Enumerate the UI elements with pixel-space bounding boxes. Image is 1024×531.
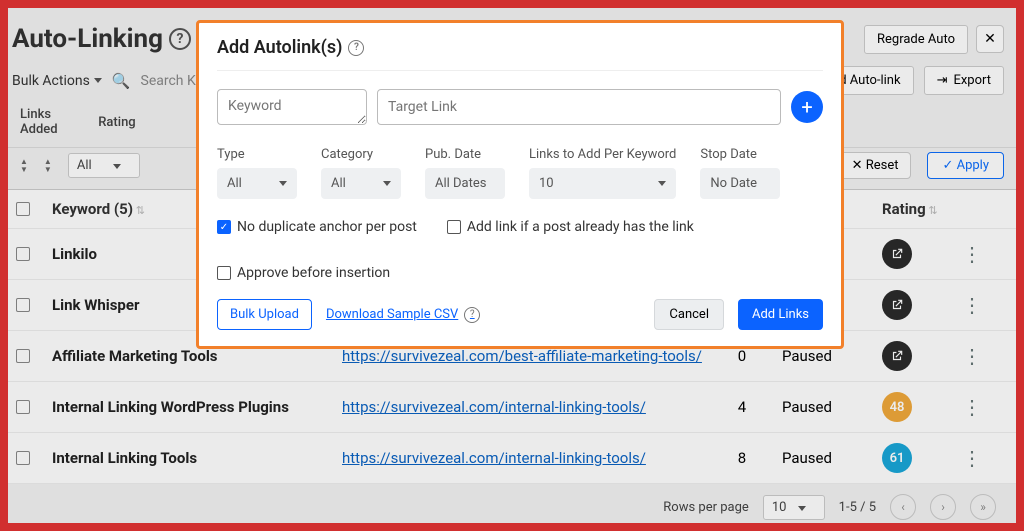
row-rating: 48 bbox=[882, 392, 952, 422]
nodup-checkbox[interactable]: ✓ No duplicate anchor per post bbox=[217, 219, 417, 235]
links-added-stepper[interactable]: ▲▼ bbox=[20, 159, 28, 173]
row-keyword: Affiliate Marketing Tools bbox=[52, 347, 342, 365]
external-link-icon[interactable] bbox=[882, 290, 912, 320]
links-added-header: Links Added bbox=[20, 107, 82, 137]
chevron-down-icon bbox=[798, 506, 806, 511]
chevron-down-icon bbox=[94, 78, 102, 83]
row-checkbox[interactable] bbox=[16, 298, 30, 312]
bulk-upload-button[interactable]: Bulk Upload bbox=[217, 299, 312, 330]
row-link[interactable]: https://survivezeal.com/internal-linking… bbox=[342, 398, 702, 416]
stopdate-select[interactable]: No Date bbox=[700, 168, 780, 199]
type-label: Type bbox=[217, 147, 297, 162]
row-rating: 61 bbox=[882, 443, 952, 473]
add-autolink-modal: Add Autolink(s) ? + Type All Category Al… bbox=[196, 20, 844, 349]
stopdate-label: Stop Date bbox=[700, 147, 780, 162]
row-checkbox[interactable] bbox=[16, 400, 30, 414]
checkbox-icon bbox=[447, 220, 461, 234]
approve-checkbox[interactable]: Approve before insertion bbox=[217, 265, 390, 281]
rating-badge: 61 bbox=[882, 443, 912, 473]
table-row: Internal Linking Toolshttps://survivezea… bbox=[8, 433, 1016, 484]
rows-per-page-label: Rows per page bbox=[663, 500, 749, 515]
pubdate-label: Pub. Date bbox=[425, 147, 505, 162]
row-menu-button[interactable]: ⋮ bbox=[952, 344, 992, 368]
row-keyword: Internal Linking Tools bbox=[52, 449, 342, 467]
row-checkbox[interactable] bbox=[16, 349, 30, 363]
rating-badge: 48 bbox=[882, 392, 912, 422]
pubdate-select[interactable]: All Dates bbox=[425, 168, 505, 199]
rating-filter-select[interactable]: All bbox=[68, 153, 140, 178]
page-next-button[interactable]: › bbox=[930, 494, 956, 520]
row-menu-button[interactable]: ⋮ bbox=[952, 395, 992, 419]
search-icon[interactable]: 🔍 bbox=[112, 72, 131, 90]
table-row: Internal Linking WordPress Pluginshttps:… bbox=[8, 382, 1016, 433]
chevron-down-icon bbox=[279, 181, 287, 186]
col-rating[interactable]: Rating bbox=[882, 200, 952, 218]
row-status: Paused bbox=[782, 449, 882, 467]
row-rating bbox=[882, 290, 952, 320]
modal-title: Add Autolink(s) bbox=[217, 37, 342, 58]
row-menu-button[interactable]: ⋮ bbox=[952, 293, 992, 317]
add-row-button[interactable]: + bbox=[791, 91, 823, 123]
addif-checkbox[interactable]: Add link if a post already has the link bbox=[447, 219, 694, 235]
close-button[interactable]: ✕ bbox=[976, 25, 1004, 53]
search-input[interactable]: Search Ke bbox=[141, 73, 204, 89]
links-per-kw-label: Links to Add Per Keyword bbox=[529, 147, 676, 162]
regrade-button[interactable]: Regrade Auto bbox=[864, 25, 968, 54]
reset-button[interactable]: ✕ Reset bbox=[839, 152, 912, 179]
cancel-button[interactable]: Cancel bbox=[654, 299, 724, 330]
row-menu-button[interactable]: ⋮ bbox=[952, 242, 992, 266]
chevron-down-icon bbox=[658, 181, 666, 186]
apply-button[interactable]: ✓ Apply bbox=[927, 152, 1004, 179]
select-all-checkbox[interactable] bbox=[16, 202, 30, 216]
page-last-button[interactable]: » bbox=[970, 494, 996, 520]
chevron-down-icon bbox=[383, 181, 391, 186]
row-checkbox[interactable] bbox=[16, 247, 30, 261]
row-links-added: 0 bbox=[702, 347, 782, 365]
bulk-actions-dropdown[interactable]: Bulk Actions bbox=[12, 73, 102, 89]
external-link-icon[interactable] bbox=[882, 239, 912, 269]
page-title-text: Auto-Linking bbox=[12, 24, 163, 54]
row-rating bbox=[882, 239, 952, 269]
export-button[interactable]: ⇥ Export bbox=[924, 66, 1004, 95]
page-title: Auto-Linking ? bbox=[12, 24, 191, 54]
bulk-actions-label: Bulk Actions bbox=[12, 73, 90, 89]
keyword-input[interactable] bbox=[217, 89, 367, 125]
export-label: Export bbox=[953, 73, 991, 88]
add-links-button[interactable]: Add Links bbox=[738, 299, 823, 330]
type-select[interactable]: All bbox=[217, 168, 297, 199]
help-icon[interactable]: ? bbox=[348, 40, 364, 56]
external-link-icon[interactable] bbox=[882, 341, 912, 371]
links-per-kw-select[interactable]: 10 bbox=[529, 168, 676, 199]
row-keyword: Internal Linking WordPress Plugins bbox=[52, 398, 342, 416]
row-links-added: 8 bbox=[702, 449, 782, 467]
chevron-down-icon bbox=[113, 164, 121, 169]
row-checkbox[interactable] bbox=[16, 451, 30, 465]
checkbox-checked-icon: ✓ bbox=[217, 220, 231, 234]
export-icon: ⇥ bbox=[937, 73, 948, 88]
rating-header: Rating bbox=[98, 115, 135, 130]
category-label: Category bbox=[321, 147, 401, 162]
help-icon[interactable]: ? bbox=[169, 28, 191, 50]
row-status: Paused bbox=[782, 398, 882, 416]
row-status: Paused bbox=[782, 347, 882, 365]
target-link-input[interactable] bbox=[377, 89, 781, 125]
download-sample-csv-link[interactable]: Download Sample CSV ? bbox=[326, 307, 480, 323]
row-menu-button[interactable]: ⋮ bbox=[952, 446, 992, 470]
row-link[interactable]: https://survivezeal.com/internal-linking… bbox=[342, 449, 702, 467]
row-links-added: 4 bbox=[702, 398, 782, 416]
page-range: 1-5 / 5 bbox=[839, 500, 876, 515]
page-prev-button[interactable]: ‹ bbox=[890, 494, 916, 520]
rows-per-page-select[interactable]: 10 bbox=[763, 495, 825, 520]
category-select[interactable]: All bbox=[321, 168, 401, 199]
help-icon: ? bbox=[464, 307, 480, 323]
row-rating bbox=[882, 341, 952, 371]
links-added-stepper-2[interactable]: ▲▼ bbox=[44, 159, 52, 173]
checkbox-icon bbox=[217, 266, 231, 280]
row-link[interactable]: https://survivezeal.com/best-affiliate-m… bbox=[342, 347, 702, 365]
